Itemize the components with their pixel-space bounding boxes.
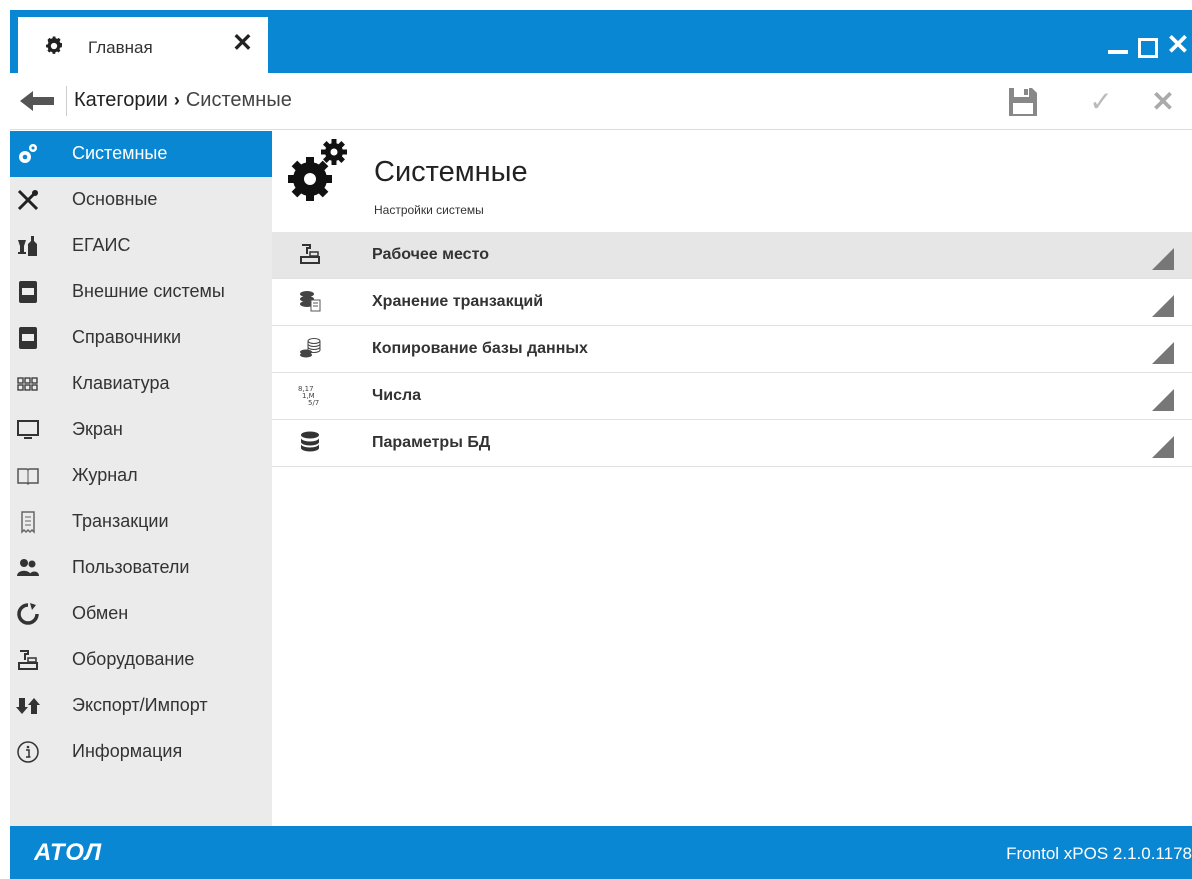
sidebar-item-keyboard[interactable]: Клавиатура (10, 361, 272, 407)
sidebar-item-label: Клавиатура (72, 373, 170, 393)
sidebar-item-basic[interactable]: Основные (10, 177, 272, 223)
title-bar: Главная ✕ ✕ (10, 10, 1192, 73)
sync-icon (17, 603, 39, 625)
list-item-label: Копирование базы данных (372, 340, 588, 357)
svg-text:АТОЛ: АТОЛ (34, 839, 102, 864)
tools-icon (17, 189, 39, 211)
gears-icon (288, 139, 347, 201)
sidebar-item-exchange[interactable]: Обмен (10, 591, 272, 637)
sidebar-item-label: Справочники (72, 327, 182, 347)
cancel-button[interactable]: ✕ (1146, 85, 1180, 119)
tab-label: Главная (88, 38, 153, 57)
window-controls: ✕ (1106, 28, 1190, 59)
nav-divider (66, 86, 67, 116)
sidebar-item-references[interactable]: Справочники (10, 315, 272, 361)
sidebar-item-label: Системные (72, 143, 168, 163)
save-button[interactable] (1006, 85, 1040, 119)
svg-text:5/7: 5/7 (308, 399, 319, 407)
sidebar-item-label: Пользователи (72, 557, 190, 577)
sidebar-item-system[interactable]: Системные (10, 131, 272, 177)
tab-main[interactable]: Главная ✕ (18, 17, 268, 73)
bottles-icon (18, 236, 37, 256)
back-arrow-icon[interactable] (20, 88, 54, 114)
sidebar-item-label: Информация (72, 741, 183, 761)
list-item-numbers[interactable]: 8,17 1,M 5/7 Числа (272, 373, 1192, 420)
sidebar-item-transactions[interactable]: Транзакции (10, 499, 272, 545)
sidebar-item-label: Внешние системы (72, 281, 225, 301)
expand-corner-icon (1152, 436, 1174, 458)
keyboard-icon (17, 377, 38, 391)
sidebar-item-label: Экран (72, 419, 123, 439)
monitor-icon (17, 420, 39, 439)
gears-icon (19, 144, 37, 163)
list-item-label: Параметры БД (372, 434, 491, 451)
receipt-icon (21, 511, 35, 534)
status-bar: АТОЛ Frontol xPOS 2.1.0.1178 (10, 826, 1192, 879)
version-label: Frontol xPOS 2.1.0.1178 (1006, 844, 1192, 863)
numbers-icon: 8,17 1,M 5/7 (298, 385, 319, 407)
atol-logo: АТОЛ (34, 839, 102, 864)
close-window-button[interactable]: ✕ (1166, 31, 1190, 59)
expand-corner-icon (1152, 295, 1174, 317)
apply-check-button[interactable]: ✓ (1084, 85, 1118, 119)
tab-close-button[interactable]: ✕ (232, 31, 253, 56)
export-import-icon (16, 698, 40, 714)
list-item-label: Рабочее место (372, 246, 489, 263)
sidebar: Системные Основные ЕГАИС Внешние системы (10, 131, 272, 826)
sidebar-item-users[interactable]: Пользователи (10, 545, 272, 591)
maximize-button[interactable] (1136, 32, 1160, 58)
expand-corner-icon (1152, 389, 1174, 411)
sidebar-item-journal[interactable]: Журнал (10, 453, 272, 499)
users-icon (17, 559, 39, 576)
expand-corner-icon (1152, 342, 1174, 364)
settings-list: Рабочее место Хранение транзакций Копиро… (272, 232, 1192, 467)
list-item-transaction-storage[interactable]: Хранение транзакций (272, 279, 1192, 326)
page-title: Системные (374, 156, 528, 188)
list-item-db-copy[interactable]: Копирование базы данных (272, 326, 1192, 373)
breadcrumb: Категории › Системные (74, 89, 292, 112)
list-item-db-params[interactable]: Параметры БД (272, 420, 1192, 467)
gear-icon (46, 36, 62, 54)
coins-receipt-icon (300, 291, 321, 312)
expand-corner-icon (1152, 248, 1174, 270)
sidebar-item-label: Основные (72, 189, 158, 209)
nav-bar: Категории › Системные ✓ ✕ (10, 73, 1192, 130)
minimize-button[interactable] (1106, 32, 1130, 58)
sidebar-item-external-systems[interactable]: Внешние системы (10, 269, 272, 315)
breadcrumb-current: Системные (185, 89, 292, 111)
sidebar-item-label: ЕГАИС (72, 235, 131, 255)
app-window: Главная ✕ ✕ Категории › Системные ✓ ✕ Си… (10, 10, 1192, 879)
book-icon (19, 281, 37, 303)
breadcrumb-categories[interactable]: Категории (74, 89, 168, 111)
sidebar-item-label: Оборудование (72, 649, 195, 669)
sidebar-item-egais[interactable]: ЕГАИС (10, 223, 272, 269)
list-item-label: Хранение транзакций (372, 293, 544, 310)
sidebar-item-export-import[interactable]: Экспорт/Импорт (10, 683, 272, 729)
cash-register-icon (300, 244, 320, 264)
info-icon (17, 741, 39, 763)
main-content: Системные Настройки системы Рабочее мест… (272, 131, 1192, 826)
sidebar-item-screen[interactable]: Экран (10, 407, 272, 453)
db-copy-icon (300, 338, 321, 358)
list-item-label: Числа (372, 387, 422, 404)
sidebar-item-label: Журнал (72, 465, 138, 485)
open-book-icon (17, 468, 39, 486)
sidebar-item-label: Транзакции (72, 511, 169, 531)
sidebar-item-equipment[interactable]: Оборудование (10, 637, 272, 683)
database-icon (301, 431, 319, 452)
cash-register-icon (18, 650, 38, 670)
sidebar-item-info[interactable]: Информация (10, 729, 272, 775)
sidebar-item-label: Экспорт/Импорт (72, 695, 208, 715)
floppy-icon (1009, 88, 1037, 116)
breadcrumb-separator-icon: › (173, 90, 180, 110)
book-icon (19, 327, 37, 349)
page-subtitle: Настройки системы (374, 203, 484, 217)
sidebar-item-label: Обмен (72, 603, 129, 623)
list-item-workplace[interactable]: Рабочее место (272, 232, 1192, 279)
